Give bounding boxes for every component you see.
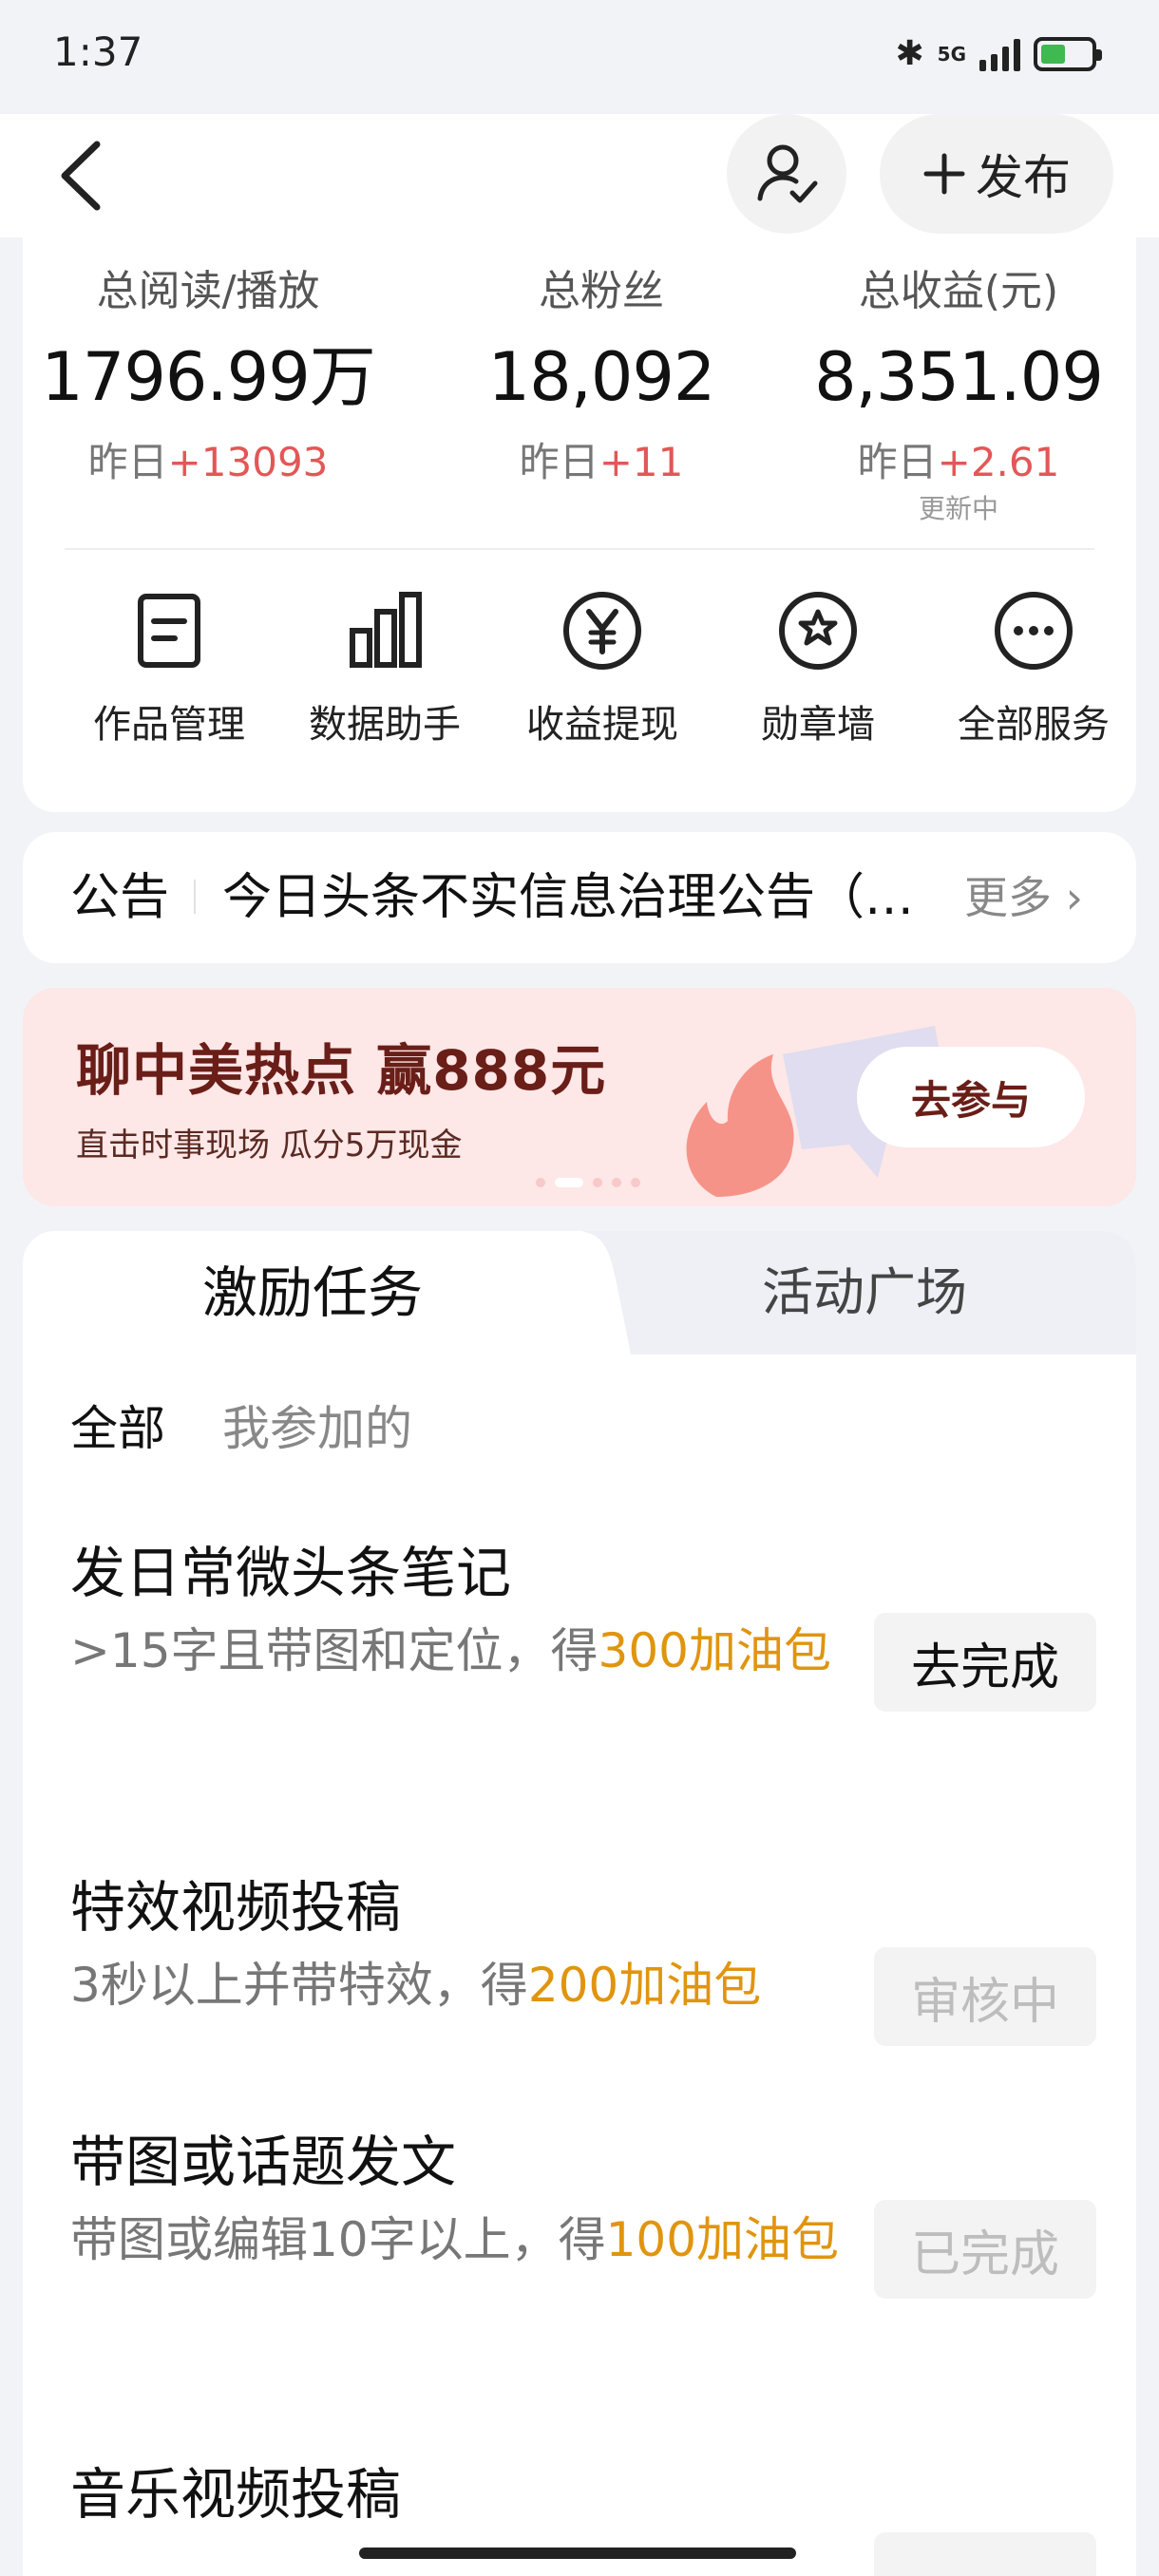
stat-value: 1796.99万 [41,338,375,416]
task-status-button[interactable] [874,2532,1096,2576]
back-icon[interactable] [48,133,114,218]
divider [65,548,1094,550]
announcement-more-link[interactable]: 更多 › [964,832,1083,963]
pager-dot [631,1178,640,1187]
stat-update-note: 更新中 [918,493,998,524]
service-all[interactable]: 全部服务 [926,589,1141,748]
home-indicator [359,2548,796,2559]
tab-activity-square[interactable]: 活动广场 [593,1231,1136,1354]
battery-icon [1034,36,1102,71]
task-title: 音乐视频投稿 [70,2462,402,2527]
signal-icon [979,37,1020,71]
stat-label: 总粉丝 [539,267,664,315]
bar-chart-icon [350,592,422,668]
tasks-card: 激励任务 活动广场 全部 我参加的 发日常微头条笔记 >15字且带图和定位，得3… [23,1231,1136,2576]
medal-icon [779,592,857,670]
stat-delta: 昨日+11 [519,439,684,485]
status-time: 1:37 [53,28,143,75]
task-title: 带图或话题发文 [70,2130,457,2194]
banner-join-button[interactable]: 去参与 [857,1047,1085,1147]
service-withdraw[interactable]: 收益提现 [495,589,710,748]
filter-all[interactable]: 全部 [70,1391,165,1459]
stat-reads[interactable]: 总阅读/播放 1796.99万 昨日+13093 [23,258,393,496]
publish-label: 发布 [976,150,1071,205]
task-filters: 全部 我参加的 [70,1391,412,1459]
user-check-icon [757,144,818,203]
task-item: 带图或话题发文 带图或编辑10字以上，得100加油包 已完成 [70,2124,1096,2299]
publish-button[interactable]: 发布 [880,114,1113,234]
service-data[interactable]: 数据助手 [277,589,492,748]
services-row: 作品管理 数据助手 收益提现 勋章墙 全部服务 [23,589,1136,779]
yuan-icon [563,592,641,670]
task-item: 发日常微头条笔记 >15字且带图和定位，得300加油包 去完成 [70,1535,1096,1712]
stat-earnings[interactable]: 总收益(元) 8,351.09 昨日+2.61 更新中 [773,258,1144,526]
service-label: 全部服务 [958,703,1110,747]
stat-value: 8,351.09 [814,338,1104,416]
task-go-button[interactable]: 去完成 [874,1613,1096,1712]
pager-dot [536,1178,545,1187]
chevron-right-icon: › [1051,872,1083,923]
task-desc: >15字且带图和定位，得300加油包 [70,1623,831,1678]
stats-row: 总阅读/播放 1796.99万 昨日+13093 总粉丝 18,092 昨日+1… [23,258,1136,543]
status-bar: 1:37 ✱ 5G [0,0,1159,114]
announcement-text[interactable]: 今日头条不实信息治理公告（… [222,832,963,963]
top-nav: 发布 [0,114,1159,237]
bluetooth-icon: ✱ [895,34,924,73]
banner-subtitle: 直击时事现场 瓜分5万现金 [76,1127,463,1165]
network-type: 5G [937,42,966,66]
task-done-button[interactable]: 已完成 [874,2200,1096,2299]
service-medals[interactable]: 勋章墙 [711,589,925,748]
filter-joined[interactable]: 我参加的 [222,1391,412,1459]
service-label: 收益提现 [526,703,678,747]
stat-fans[interactable]: 总粉丝 18,092 昨日+11 [416,258,787,496]
task-desc: 3秒以上并带特效，得200加油包 [70,1958,762,2013]
page: { "status_bar": { "time": "1:37", "netwo… [0,0,1159,2576]
stat-value: 18,092 [487,338,716,416]
promo-banner[interactable]: 聊中美热点 赢888元 直击时事现场 瓜分5万现金 去参与 [23,988,1136,1206]
announcement-separator [194,880,196,914]
task-title: 发日常微头条笔记 [70,1541,512,1605]
announcement-bar[interactable]: 公告 今日头条不实信息治理公告（… 更多 › [23,832,1136,963]
service-label: 数据助手 [309,703,461,747]
service-label: 作品管理 [93,703,245,747]
task-title: 特效视频投稿 [70,1875,402,1940]
plus-icon [923,153,965,195]
service-label: 勋章墙 [761,703,875,747]
task-desc: 带图或编辑10字以上，得100加油包 [70,2212,840,2267]
stat-label: 总阅读/播放 [96,267,320,315]
stat-delta: 昨日+13093 [87,439,329,485]
task-item: 特效视频投稿 3秒以上并带特效，得200加油包 审核中 [70,1869,1096,2046]
banner-pager [536,1178,640,1187]
tab-incentive-tasks[interactable]: 激励任务 [23,1231,602,1354]
profile-button[interactable] [727,114,846,234]
banner-title: 聊中美热点 赢888元 [76,1038,607,1103]
status-icons: ✱ 5G [895,34,1102,73]
document-icon [138,594,200,668]
stat-delta: 昨日+2.61 [857,439,1060,485]
stat-label: 总收益(元) [858,267,1059,315]
announcement-tag: 公告 [70,869,170,926]
task-item: 音乐视频投稿 [70,2456,1096,2576]
task-reviewing-button[interactable]: 审核中 [874,1947,1096,2046]
pager-dot [593,1178,602,1187]
pager-dot [612,1178,621,1187]
more-icon [995,592,1073,670]
stats-card: 总阅读/播放 1796.99万 昨日+13093 总粉丝 18,092 昨日+1… [23,237,1136,812]
service-works[interactable]: 作品管理 [62,589,276,748]
pager-dot-active [555,1178,583,1187]
